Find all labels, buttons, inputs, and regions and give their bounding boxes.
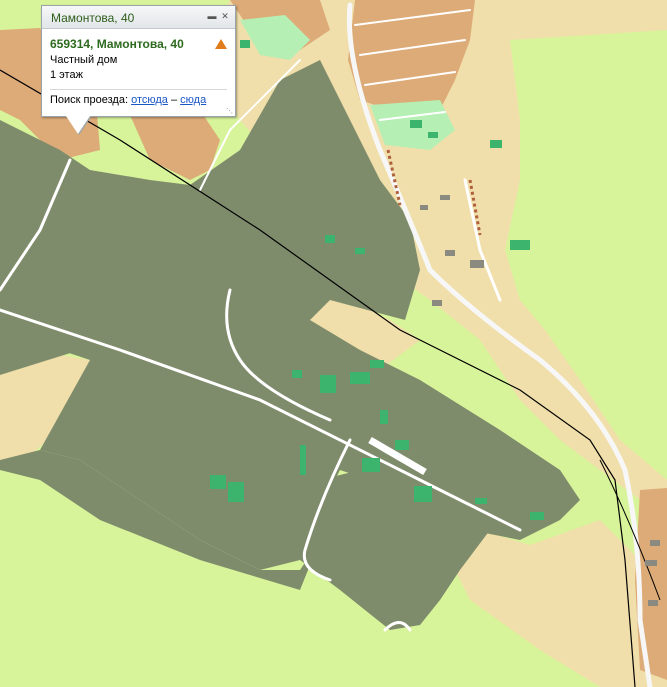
- popup-floors: 1 этаж: [50, 69, 83, 81]
- close-icon[interactable]: ✕: [220, 11, 230, 21]
- route-search-label: Поиск проезда:: [50, 94, 128, 106]
- popup-pointer: [66, 116, 90, 134]
- collapse-icon[interactable]: ▬: [207, 11, 217, 21]
- popup-address: 659314, Мамонтова, 40: [50, 37, 184, 51]
- warning-icon: [215, 39, 227, 49]
- popup-building-type: Частный дом: [50, 54, 118, 66]
- route-search: Поиск проезда: отсюда – сюда: [50, 94, 227, 106]
- popup-title: Мамонтова, 40: [51, 11, 135, 25]
- info-popup: Мамонтова, 40 ▬ ✕ 659314, Мамонтова, 40 …: [41, 5, 236, 117]
- resize-grip-icon[interactable]: ⋱: [226, 107, 233, 115]
- route-dash: –: [170, 94, 178, 106]
- popup-header: Мамонтова, 40 ▬ ✕: [42, 6, 235, 29]
- popup-divider: [50, 89, 227, 90]
- route-from-link[interactable]: отсюда: [131, 94, 168, 106]
- route-to-link[interactable]: сюда: [180, 94, 206, 106]
- popup-body: 659314, Мамонтова, 40 Частный дом 1 этаж…: [42, 29, 235, 106]
